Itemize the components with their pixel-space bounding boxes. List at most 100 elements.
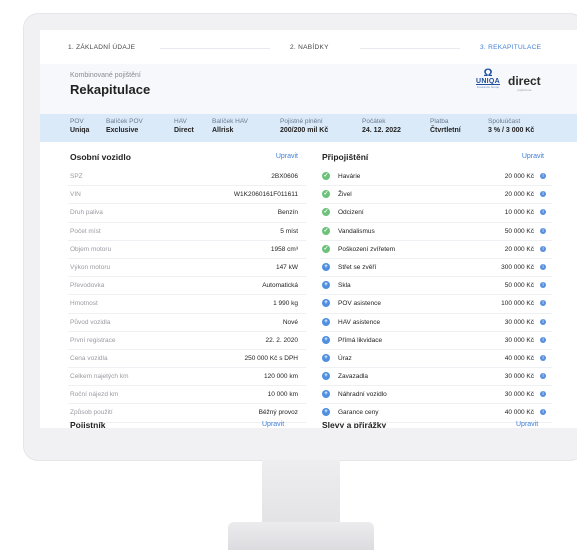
addon-limit: 100 000 Kč: [501, 300, 534, 308]
vehicle-field-label: Druh paliva: [70, 209, 103, 217]
addon-row[interactable]: + HAV asistence 30 000 Kč i: [320, 314, 552, 332]
vehicle-row: První registrace 22. 2. 2020: [68, 332, 306, 350]
plus-icon[interactable]: +: [322, 390, 330, 399]
vehicle-field-value: 5 míst: [280, 227, 298, 235]
addon-limit: 20 000 Kč: [504, 245, 534, 253]
vehicle-row: Celkem najetých km 120 000 km: [68, 368, 306, 387]
plus-icon[interactable]: +: [322, 335, 330, 344]
plus-icon[interactable]: +: [322, 372, 330, 381]
summary-payment: Platba Čtvrtletní: [430, 118, 461, 134]
page-title: Rekapitulace: [70, 82, 151, 97]
info-icon[interactable]: i: [540, 373, 546, 380]
vehicle-field-value: Benzín: [277, 209, 298, 217]
discounts-edit-link[interactable]: Upravit: [516, 421, 538, 428]
info-icon[interactable]: i: [540, 263, 546, 270]
direct-logo-text: direct: [508, 74, 541, 88]
direct-logo-tagline: pojišťovna: [517, 88, 532, 92]
info-icon[interactable]: i: [540, 300, 546, 307]
addon-limit: 50 000 Kč: [504, 282, 534, 290]
addon-label: Zavazadla: [338, 373, 368, 381]
addon-row[interactable]: + Náhradní vozidlo 30 000 Kč i: [320, 386, 552, 405]
vehicle-field-label: Hmotnost: [70, 300, 98, 308]
vehicle-field-value: W1K2060161F011611: [233, 191, 298, 199]
info-icon[interactable]: i: [540, 409, 546, 416]
addon-limit: 300 000 Kč: [501, 263, 534, 271]
addon-row[interactable]: + Skla 50 000 Kč i: [320, 277, 552, 296]
vehicle-row: Převodovka Automatická: [68, 277, 306, 296]
step-divider: [160, 48, 270, 49]
addon-limit: 40 000 Kč: [504, 409, 534, 417]
plus-icon[interactable]: +: [322, 317, 330, 326]
addon-label: Střet se zvěří: [338, 263, 377, 271]
plus-icon[interactable]: +: [322, 353, 330, 362]
check-icon[interactable]: ✓: [322, 190, 330, 199]
vehicle-row: Objem motoru 1958 cm³: [68, 241, 306, 259]
info-icon[interactable]: i: [540, 209, 546, 216]
addon-limit: 50 000 Kč: [504, 227, 534, 235]
addon-label: Odcizení: [338, 209, 364, 217]
vehicle-field-value: Automatická: [262, 282, 298, 290]
vehicle-row: Počet míst 5 míst: [68, 223, 306, 241]
summary-hav-package: Balíček HAV Allrisk: [212, 118, 249, 134]
vehicle-field-label: VIN: [70, 191, 81, 199]
vehicle-field-value: 120 000 km: [264, 373, 298, 381]
addons-edit-link[interactable]: Upravit: [522, 153, 544, 160]
vehicle-field-value: 2BX0606: [271, 173, 298, 180]
check-icon[interactable]: ✓: [322, 172, 330, 180]
addon-label: Poškození zvířetem: [338, 245, 396, 253]
vehicle-field-label: První registrace: [70, 336, 116, 344]
info-icon[interactable]: i: [540, 318, 546, 325]
vehicle-rows: SPZ 2BX0606 VIN W1K2060161F011611 Druh paliv…: [68, 168, 306, 423]
addon-row[interactable]: ✓ Havárie 20 000 Kč i: [320, 168, 552, 187]
check-icon[interactable]: ✓: [322, 244, 330, 253]
vehicle-row: SPZ 2BX0606: [68, 168, 306, 187]
step-offers[interactable]: 2. NABÍDKY: [290, 44, 329, 51]
addon-row[interactable]: + Střet se zvěří 300 000 Kč i: [320, 259, 552, 278]
direct-logo: direct pojišťovna: [508, 74, 541, 92]
info-icon[interactable]: i: [540, 336, 546, 343]
vehicle-edit-link[interactable]: Upravit: [276, 153, 298, 160]
plus-icon[interactable]: +: [322, 262, 330, 271]
step-basic-info[interactable]: 1. ZÁKLADNÍ ÚDAJE: [68, 44, 135, 51]
addon-row[interactable]: + POV asistence 100 000 Kč i: [320, 295, 552, 314]
addon-limit: 20 000 Kč: [504, 173, 534, 180]
info-icon[interactable]: i: [540, 191, 546, 198]
addon-row[interactable]: ✓ Poškození zvířetem 20 000 Kč i: [320, 241, 552, 259]
addon-row[interactable]: ✓ Živel 20 000 Kč i: [320, 186, 552, 205]
summary-bar: POV Uniqa Balíček POV Exclusive HAV Direct …: [40, 114, 577, 142]
vehicle-field-label: Roční nájezd km: [70, 391, 119, 399]
policyholder-edit-link[interactable]: Upravit: [262, 421, 284, 428]
addon-row[interactable]: + Zavazadla 30 000 Kč i: [320, 368, 552, 387]
addon-row[interactable]: + Úraz 40 000 Kč i: [320, 350, 552, 369]
uniqa-emblem-icon: Ω: [483, 67, 493, 79]
info-icon[interactable]: i: [540, 391, 546, 398]
info-icon[interactable]: i: [540, 354, 546, 361]
addon-row[interactable]: ✓ Vandalismus 50 000 Kč i: [320, 223, 552, 241]
step-recap[interactable]: 3. REKAPITULACE: [480, 44, 541, 51]
vehicle-row: Původ vozidla Nové: [68, 314, 306, 332]
info-icon[interactable]: i: [540, 173, 546, 179]
vehicle-field-value: Nové: [282, 318, 298, 326]
addon-limit: 40 000 Kč: [504, 354, 534, 362]
policyholder-title: Pojistník: [70, 420, 106, 428]
vehicle-field-label: Převodovka: [70, 282, 105, 290]
addon-limit: 30 000 Kč: [504, 336, 534, 344]
info-icon[interactable]: i: [540, 282, 546, 289]
plus-icon[interactable]: +: [322, 408, 330, 417]
vehicle-field-value: 147 kW: [275, 263, 298, 271]
check-icon[interactable]: ✓: [322, 208, 330, 217]
addon-row[interactable]: ✓ Odcizení 10 000 Kč i: [320, 204, 552, 223]
info-icon[interactable]: i: [540, 227, 546, 234]
plus-icon[interactable]: +: [322, 281, 330, 290]
summary-deductible: Spoluúčast 3 % / 3 000 Kč: [488, 118, 535, 134]
addon-row[interactable]: + Přímá likvidace 30 000 Kč i: [320, 332, 552, 350]
vehicle-field-label: Původ vozidla: [70, 318, 111, 326]
info-icon[interactable]: i: [540, 245, 546, 252]
vehicle-field-value: 250 000 Kč s DPH: [244, 354, 298, 362]
uniqa-logo-tagline: Insurance Group: [476, 85, 500, 89]
addon-label: POV asistence: [338, 300, 381, 308]
vehicle-row: Hmotnost 1 990 kg: [68, 295, 306, 314]
plus-icon[interactable]: +: [322, 299, 330, 308]
check-icon[interactable]: ✓: [322, 226, 330, 235]
addon-label: Živel: [338, 191, 352, 199]
